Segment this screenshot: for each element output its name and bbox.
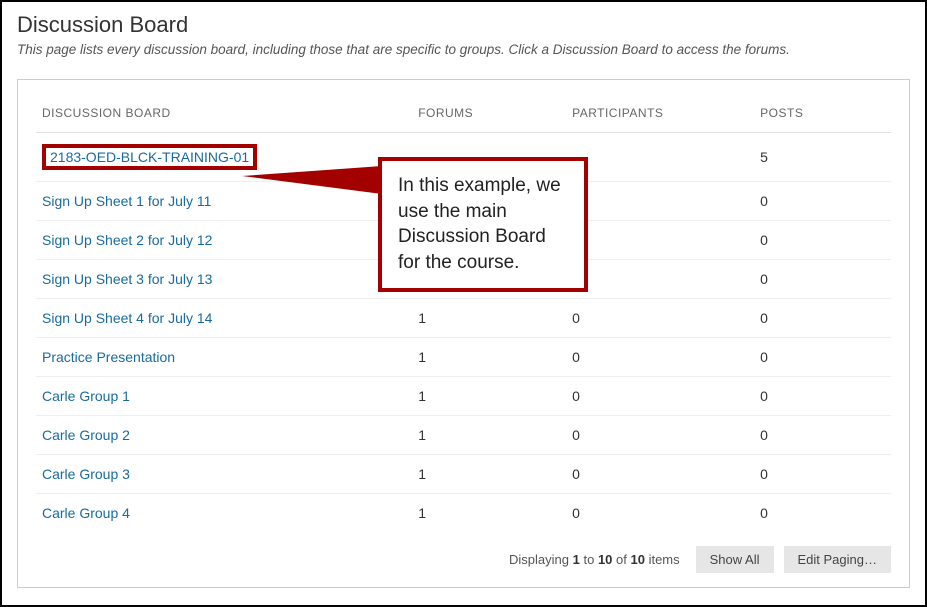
cell-participants xyxy=(566,221,754,260)
cell-posts: 0 xyxy=(754,299,891,338)
annotation-callout: In this example, we use the main Discuss… xyxy=(378,157,588,292)
cell-posts: 0 xyxy=(754,260,891,299)
cell-posts: 0 xyxy=(754,338,891,377)
cell-posts: 0 xyxy=(754,221,891,260)
cell-forums: 1 xyxy=(412,377,566,416)
table-row: Carle Group 4100 xyxy=(36,494,891,533)
cell-participants xyxy=(566,182,754,221)
table-row: Carle Group 1100 xyxy=(36,377,891,416)
cell-participants: 0 xyxy=(566,416,754,455)
discussion-board-link[interactable]: Sign Up Sheet 1 for July 11 xyxy=(42,193,211,209)
cell-participants: 0 xyxy=(566,260,754,299)
annotation-text: In this example, we use the main Discuss… xyxy=(398,175,561,273)
table-row: Sign Up Sheet 4 for July 14100 xyxy=(36,299,891,338)
cell-posts: 0 xyxy=(754,377,891,416)
cell-participants: 0 xyxy=(566,377,754,416)
cell-participants: 0 xyxy=(566,494,754,533)
discussion-board-link[interactable]: Carle Group 4 xyxy=(42,505,130,521)
table-row: Practice Presentation100 xyxy=(36,338,891,377)
discussion-board-panel: DISCUSSION BOARD FORUMS PARTICIPANTS POS… xyxy=(17,79,910,588)
discussion-board-link[interactable]: Sign Up Sheet 4 for July 14 xyxy=(42,310,212,326)
cell-forums: 1 xyxy=(412,299,566,338)
cell-participants xyxy=(566,133,754,182)
discussion-board-link[interactable]: Sign Up Sheet 2 for July 12 xyxy=(42,232,212,248)
cell-posts: 5 xyxy=(754,133,891,182)
column-header-posts: POSTS xyxy=(754,98,891,133)
discussion-board-link[interactable]: Carle Group 1 xyxy=(42,388,130,404)
column-header-board: DISCUSSION BOARD xyxy=(36,98,412,133)
highlight-box: 2183-OED-BLCK-TRAINING-01 xyxy=(42,144,257,170)
cell-posts: 0 xyxy=(754,455,891,494)
page-title: Discussion Board xyxy=(17,12,910,38)
discussion-board-link[interactable]: Practice Presentation xyxy=(42,349,175,365)
discussion-board-link[interactable]: Carle Group 2 xyxy=(42,427,130,443)
discussion-board-link[interactable]: Sign Up Sheet 3 for July 13 xyxy=(42,271,212,287)
discussion-board-link[interactable]: Carle Group 3 xyxy=(42,466,130,482)
cell-participants: 0 xyxy=(566,455,754,494)
cell-forums: 1 xyxy=(412,416,566,455)
edit-paging-button[interactable]: Edit Paging… xyxy=(784,546,892,573)
page-description: This page lists every discussion board, … xyxy=(17,42,910,57)
cell-participants: 0 xyxy=(566,338,754,377)
discussion-board-link[interactable]: 2183-OED-BLCK-TRAINING-01 xyxy=(50,149,249,165)
table-row: Carle Group 2100 xyxy=(36,416,891,455)
cell-forums: 1 xyxy=(412,455,566,494)
cell-posts: 0 xyxy=(754,494,891,533)
table-footer: Displaying 1 to 10 of 10 items Show All … xyxy=(36,532,891,573)
show-all-button[interactable]: Show All xyxy=(696,546,774,573)
cell-posts: 0 xyxy=(754,182,891,221)
cell-participants: 0 xyxy=(566,299,754,338)
cell-posts: 0 xyxy=(754,416,891,455)
paging-status: Displaying 1 to 10 of 10 items xyxy=(509,552,680,567)
column-header-participants: PARTICIPANTS xyxy=(566,98,754,133)
cell-forums: 1 xyxy=(412,494,566,533)
cell-forums: 1 xyxy=(412,338,566,377)
column-header-forums: FORUMS xyxy=(412,98,566,133)
table-row: Carle Group 3100 xyxy=(36,455,891,494)
